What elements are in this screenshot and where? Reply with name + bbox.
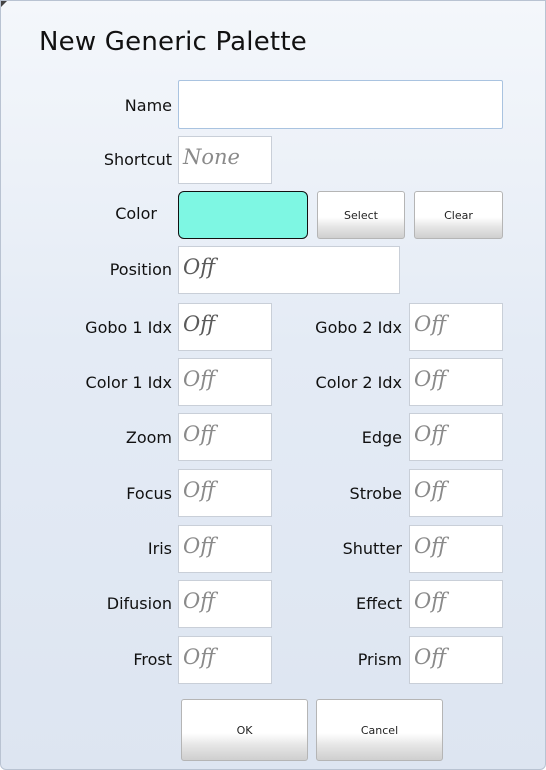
- clear-color-button[interactable]: Clear: [414, 191, 503, 239]
- edge-field[interactable]: Off: [409, 413, 503, 461]
- name-input[interactable]: [178, 80, 503, 129]
- strobe-field[interactable]: Off: [409, 469, 503, 517]
- position-field[interactable]: Off: [178, 246, 400, 294]
- difusion-field[interactable]: Off: [178, 580, 272, 628]
- color-2-idx-label: Color 2 Idx: [315, 373, 402, 392]
- ok-button[interactable]: OK: [181, 699, 308, 761]
- shutter-field[interactable]: Off: [409, 525, 503, 573]
- cancel-button[interactable]: Cancel: [316, 699, 443, 761]
- zoom-field[interactable]: Off: [178, 413, 272, 461]
- shutter-label: Shutter: [342, 539, 402, 558]
- difusion-label: Difusion: [106, 594, 172, 613]
- position-label: Position: [109, 260, 172, 279]
- gobo-1-idx-label: Gobo 1 Idx: [85, 318, 172, 337]
- color-1-idx-field[interactable]: Off: [178, 358, 272, 406]
- color-2-idx-field[interactable]: Off: [409, 358, 503, 406]
- select-color-button[interactable]: Select: [317, 191, 405, 239]
- name-label: Name: [124, 96, 172, 115]
- shortcut-field[interactable]: None: [178, 136, 272, 184]
- effect-field[interactable]: Off: [409, 580, 503, 628]
- frost-field[interactable]: Off: [178, 636, 272, 684]
- new-generic-palette-dialog: New Generic Palette Name Shortcut None C…: [0, 0, 546, 770]
- effect-label: Effect: [355, 594, 402, 613]
- focus-field[interactable]: Off: [178, 469, 272, 517]
- prism-label: Prism: [357, 650, 402, 669]
- color-1-idx-label: Color 1 Idx: [85, 373, 172, 392]
- iris-field[interactable]: Off: [178, 525, 272, 573]
- window-corner-mark: [1, 1, 7, 7]
- gobo-1-idx-field[interactable]: Off: [178, 303, 272, 351]
- strobe-label: Strobe: [349, 484, 402, 503]
- gobo-2-idx-field[interactable]: Off: [409, 303, 503, 351]
- color-swatch[interactable]: [178, 191, 308, 239]
- color-label: Color: [115, 204, 157, 223]
- dialog-title: New Generic Palette: [39, 27, 307, 57]
- edge-label: Edge: [361, 428, 402, 447]
- zoom-label: Zoom: [125, 428, 172, 447]
- shortcut-label: Shortcut: [103, 150, 172, 169]
- focus-label: Focus: [126, 484, 172, 503]
- gobo-2-idx-label: Gobo 2 Idx: [315, 318, 402, 337]
- prism-field[interactable]: Off: [409, 636, 503, 684]
- frost-label: Frost: [133, 650, 172, 669]
- iris-label: Iris: [147, 539, 172, 558]
